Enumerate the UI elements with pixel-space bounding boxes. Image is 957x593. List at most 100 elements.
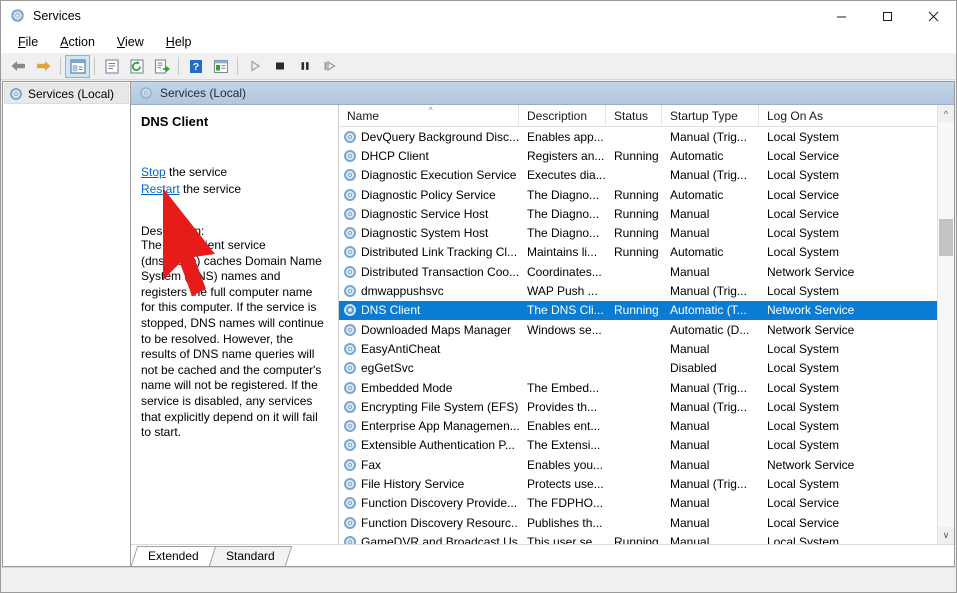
cell-log-on-as: Local Service	[767, 148, 840, 163]
tab-standard[interactable]: Standard	[208, 546, 292, 566]
table-row[interactable]: Function Discovery Provide... The FDPHO..…	[339, 494, 937, 513]
stop-service-button[interactable]	[267, 55, 292, 78]
export-list-button[interactable]	[149, 55, 174, 78]
cell-log-on-as: Local System	[767, 284, 840, 299]
restart-service-link[interactable]: Restart	[141, 182, 180, 196]
table-row[interactable]: EasyAntiCheat Manual Local System	[339, 339, 937, 358]
table-row[interactable]: dmwappushsvc WAP Push ... Manual (Trig... L…	[339, 281, 937, 300]
table-row[interactable]: Fax Enables you... Manual Network Service	[339, 455, 937, 474]
menu-item-file[interactable]: File	[7, 32, 49, 53]
table-row[interactable]: Diagnostic System Host The Diagno... Runni…	[339, 223, 937, 242]
start-service-button[interactable]	[242, 55, 267, 78]
show-hide-tree-button[interactable]	[65, 54, 90, 78]
table-row[interactable]: Diagnostic Service Host The Diagno... Runn…	[339, 204, 937, 223]
cell-description: Coordinates...	[527, 264, 602, 279]
service-name-label: DHCP Client	[361, 148, 429, 163]
services-gear-icon	[343, 535, 357, 544]
cell-startup-type: Manual	[670, 534, 710, 544]
column-header-startup-type[interactable]: Startup Type	[662, 105, 759, 126]
cell-startup-type: Manual (Trig...	[670, 380, 747, 395]
column-header-name[interactable]: Name ^	[339, 105, 519, 126]
status-bar	[1, 567, 956, 592]
refresh-button[interactable]	[124, 55, 149, 78]
service-name-label: Distributed Link Tracking Cl...	[361, 245, 518, 260]
list-rows: DevQuery Background Disc... Enables app..…	[339, 127, 937, 544]
table-row[interactable]: GameDVR and Broadcast Us... This user se.…	[339, 532, 937, 544]
table-row[interactable]: Diagnostic Policy Service The Diagno... Ru…	[339, 185, 937, 204]
tab-extended[interactable]: Extended	[130, 546, 216, 566]
cell-name: Diagnostic Policy Service	[339, 188, 519, 202]
service-name-label: Enterprise App Managemen...	[361, 419, 519, 434]
service-name-label: Encrypting File System (EFS)	[361, 399, 519, 414]
column-header-log-on-as[interactable]: Log On As	[759, 105, 937, 126]
table-row[interactable]: Distributed Transaction Coo... Coordinate…	[339, 262, 937, 281]
sidebar-item-services-local[interactable]: Services (Local)	[4, 83, 129, 104]
services-gear-icon	[343, 381, 357, 395]
cell-log-on-as: Local System	[767, 534, 840, 544]
scrollbar-track[interactable]	[938, 122, 954, 527]
table-row[interactable]: Encrypting File System (EFS) Provides th.…	[339, 397, 937, 416]
table-row[interactable]: Embedded Mode The Embed... Manual (Trig...…	[339, 378, 937, 397]
scroll-up-button[interactable]: ^	[938, 105, 954, 122]
vertical-scrollbar[interactable]: ^ ∨	[937, 105, 954, 544]
help-button[interactable]: ?	[183, 55, 208, 78]
table-row[interactable]: Extensible Authentication P... The Extens…	[339, 436, 937, 455]
details-pane: Services (Local) DNS Client Stop the ser…	[130, 81, 955, 567]
services-gear-icon	[343, 438, 357, 452]
properties-button[interactable]	[99, 55, 124, 78]
pause-service-button[interactable]	[292, 55, 317, 78]
close-button[interactable]	[910, 1, 956, 31]
column-header-description[interactable]: Description	[519, 105, 606, 126]
cell-name: Encrypting File System (EFS)	[339, 400, 519, 414]
table-row[interactable]: DHCP Client Registers an... Running Automat…	[339, 146, 937, 165]
back-button[interactable]	[6, 55, 31, 78]
table-row[interactable]: DevQuery Background Disc... Enables app..…	[339, 127, 937, 146]
cell-name: Embedded Mode	[339, 381, 519, 395]
menu-item-action[interactable]: Action	[49, 32, 106, 53]
services-gear-icon	[343, 168, 357, 182]
scroll-down-button[interactable]: ∨	[938, 527, 954, 544]
table-row[interactable]: Function Discovery Resourc... Publishes t…	[339, 513, 937, 532]
cell-startup-type: Manual (Trig...	[670, 476, 747, 491]
scrollbar-thumb[interactable]	[939, 219, 953, 256]
maximize-button[interactable]	[864, 1, 910, 31]
cell-name: Function Discovery Provide...	[339, 496, 519, 510]
sort-ascending-icon: ^	[428, 105, 433, 115]
menu-item-help[interactable]: Help	[155, 32, 203, 53]
cell-log-on-as: Local System	[767, 476, 840, 491]
table-row[interactable]: Diagnostic Execution Service Executes dia…	[339, 166, 937, 185]
cell-startup-type: Manual	[670, 226, 710, 241]
restart-service-button[interactable]	[317, 55, 342, 78]
pane-content: DNS Client Stop the service Restart the …	[131, 105, 954, 544]
cell-log-on-as: Network Service	[767, 303, 855, 318]
column-header-status[interactable]: Status	[606, 105, 662, 126]
cell-log-on-as: Local System	[767, 399, 840, 414]
console-view-button[interactable]	[208, 55, 233, 78]
table-row[interactable]: Downloaded Maps Manager Windows se... Auto…	[339, 320, 937, 339]
table-row[interactable]: egGetSvc Disabled Local System	[339, 359, 937, 378]
table-row[interactable]: Distributed Link Tracking Cl... Maintains…	[339, 243, 937, 262]
description-text: The DNS Client service (dnscache) caches…	[141, 238, 324, 440]
minimize-button[interactable]	[818, 1, 864, 31]
cell-description: The Diagno...	[527, 206, 600, 221]
table-row[interactable]: DNS Client The DNS Cli... Running Automatic…	[339, 300, 937, 320]
cell-name: EasyAntiCheat	[339, 342, 519, 356]
service-name-label: Embedded Mode	[361, 380, 453, 395]
services-gear-icon	[343, 477, 357, 491]
stop-service-link[interactable]: Stop	[141, 165, 166, 179]
cell-name: Distributed Transaction Coo...	[339, 265, 519, 279]
cell-status: Running	[614, 245, 659, 260]
menu-item-view[interactable]: View	[106, 32, 155, 53]
cell-description: Enables ent...	[527, 419, 601, 434]
toolbar-separator-1	[60, 57, 61, 75]
table-row[interactable]: File History Service Protects use... Manua…	[339, 474, 937, 493]
services-gear-icon	[343, 496, 357, 510]
services-gear-icon	[343, 323, 357, 337]
service-name-label: File History Service	[361, 476, 465, 491]
table-row[interactable]: Enterprise App Managemen... Enables ent..…	[339, 416, 937, 435]
forward-button[interactable]	[31, 55, 56, 78]
cell-startup-type: Manual (Trig...	[670, 284, 747, 299]
view-tabs: Extended Standard	[130, 544, 954, 566]
service-name-label: Downloaded Maps Manager	[361, 322, 512, 337]
cell-description: WAP Push ...	[527, 284, 598, 299]
